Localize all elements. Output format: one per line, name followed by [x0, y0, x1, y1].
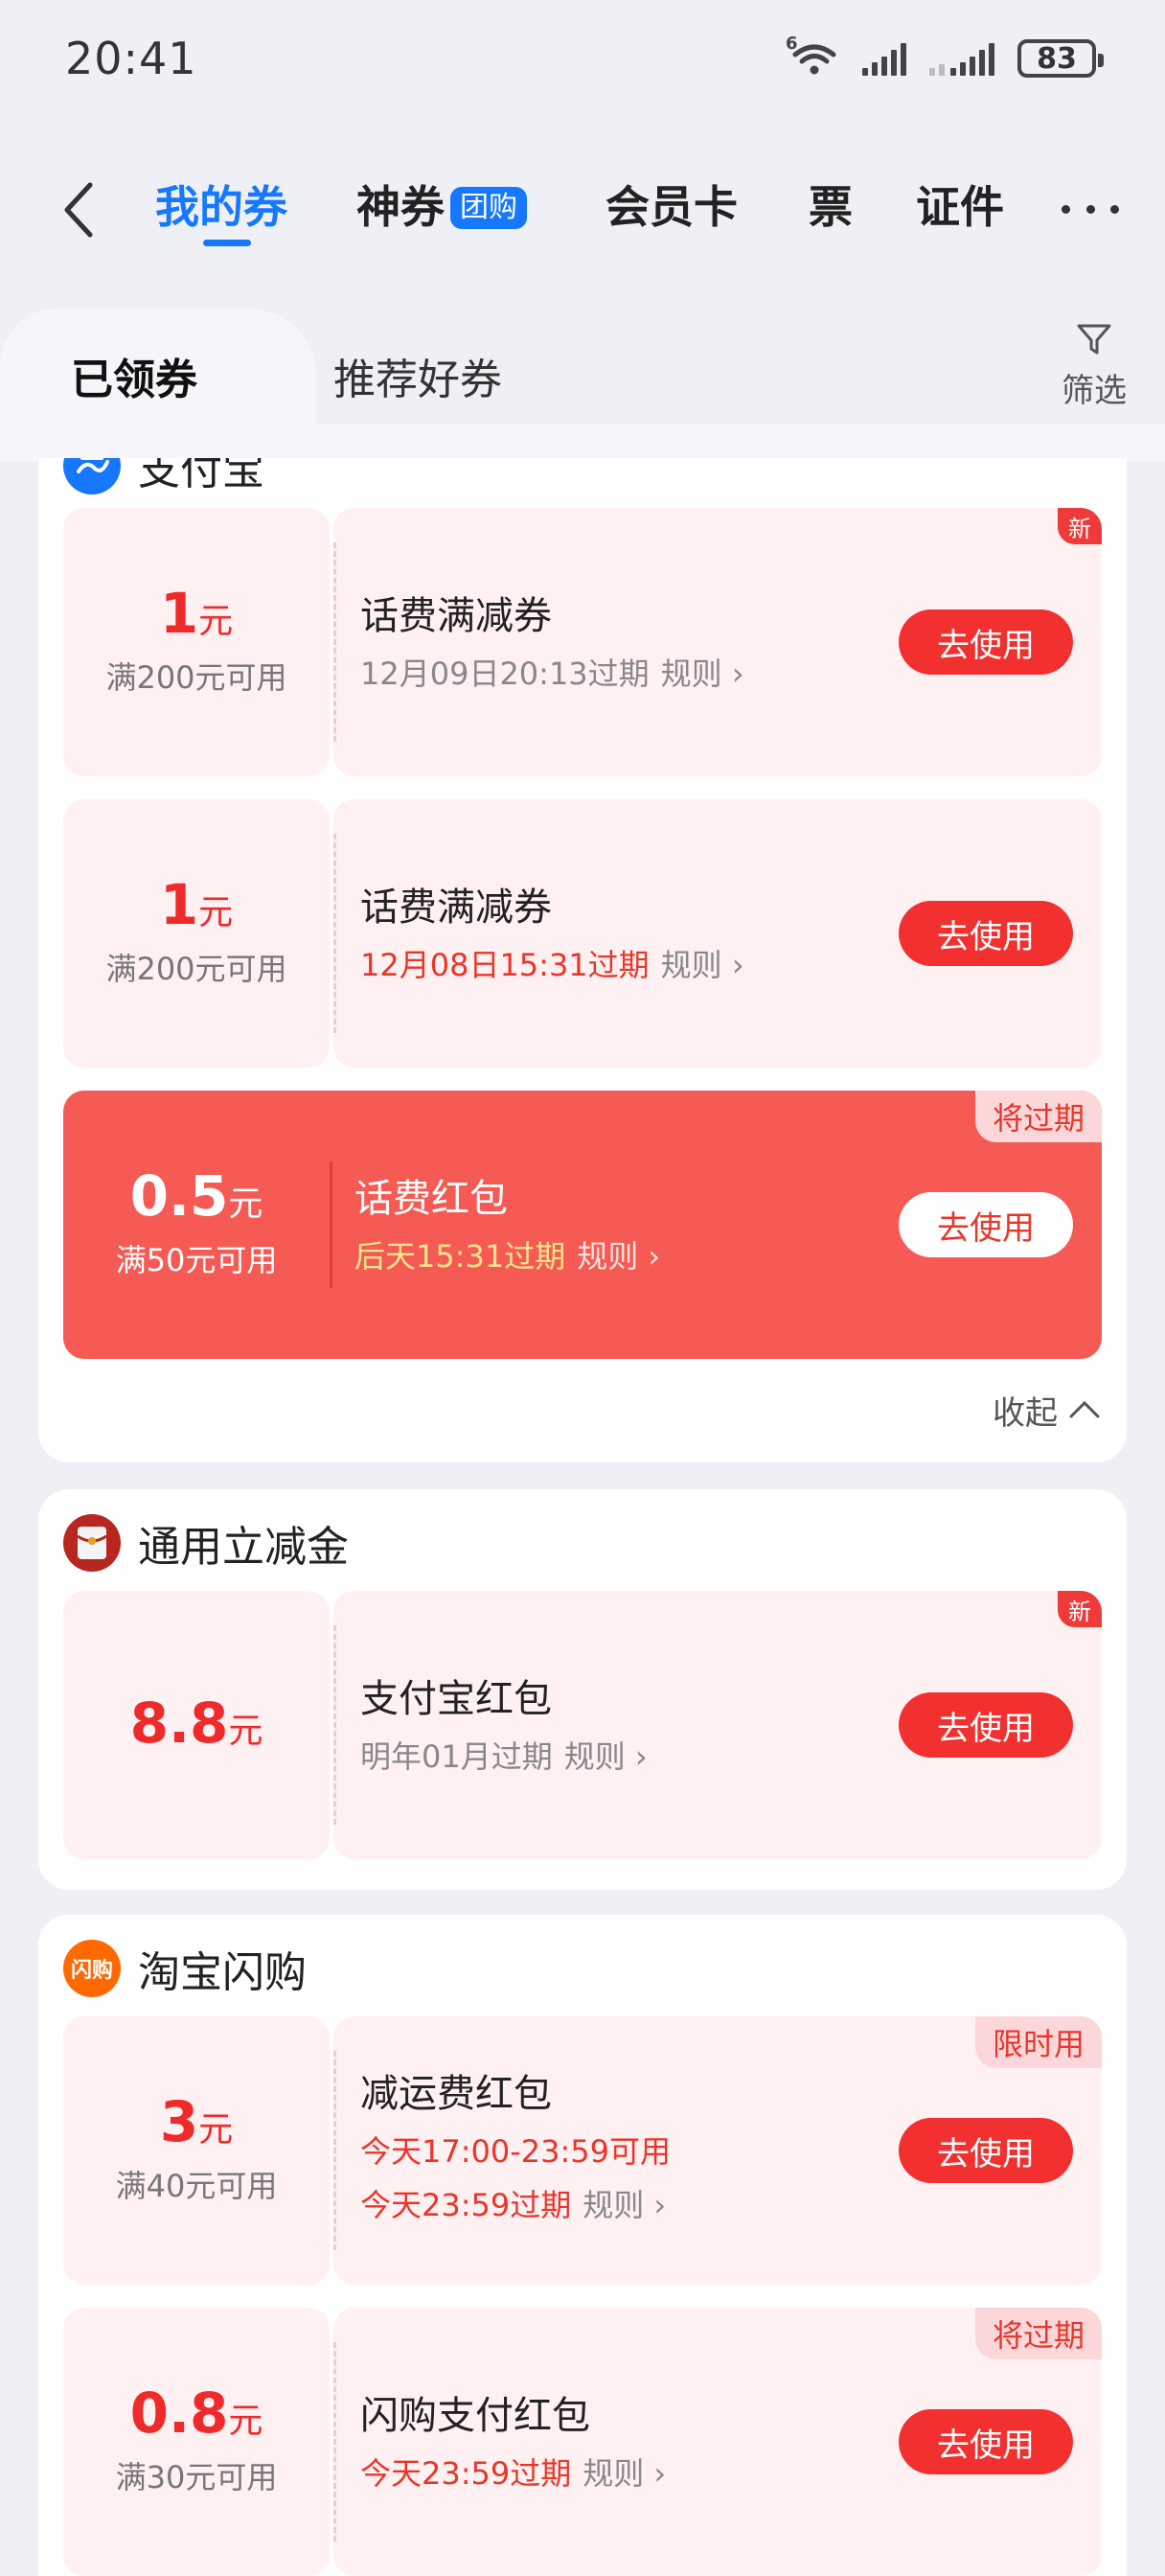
section-header: 支付宝 [63, 458, 264, 496]
coupon-condition: 满40元可用 [115, 2168, 278, 2204]
coupon-card[interactable]: 1元 满200元可用 话费满减券 12月09日20:13过期 规则 › 去使用 新 [63, 508, 1102, 776]
signal-icon [860, 39, 910, 78]
wifi-icon: 6 [786, 34, 841, 78]
network-type-label: 6 [786, 34, 798, 54]
coupon-title: 减运费红包 [360, 2072, 552, 2116]
chevron-left-icon [64, 182, 93, 238]
section-header: 通用立减金 [63, 1512, 349, 1574]
coupon-card[interactable]: 0.8元 满30元可用 闪购支付红包 今天23:59过期 规则 › 去使用 将过期 [63, 2308, 1102, 2576]
coupon-expiry: 明年01月过期 规则 › [360, 1738, 648, 1775]
coupon-card[interactable]: 3元 满40元可用 减运费红包 今天17:00-23:59可用 今天23:59过… [63, 2016, 1102, 2285]
use-button[interactable]: 去使用 [899, 901, 1073, 966]
segment-tabs: 已领券 推荐好券 筛选 [0, 309, 1165, 462]
top-nav: 我的券 神券 团购 会员卡 票 证件 [0, 163, 1165, 259]
coupon-title: 话费满减券 [360, 886, 552, 930]
rule-link[interactable]: 规则 › [577, 1238, 660, 1275]
coupon-title: 话费红包 [354, 1177, 508, 1221]
signal-2-icon [929, 39, 998, 78]
section-title: 通用立减金 [138, 1523, 349, 1572]
rule-link[interactable]: 规则 › [582, 2455, 666, 2492]
tab-tickets[interactable]: 票 [809, 178, 853, 236]
battery-icon: 83 [1017, 39, 1104, 78]
section-header: 闪购 淘宝闪购 [63, 1938, 307, 1999]
limited-time-badge: 限时用 [974, 2016, 1102, 2068]
coupon-amount: 0.8元 [129, 2380, 263, 2446]
status-icons: 6 83 [786, 34, 1104, 82]
segment-recommended[interactable]: 推荐好券 [333, 345, 502, 406]
new-badge: 新 [1058, 1591, 1102, 1627]
filter-label: 筛选 [1062, 372, 1127, 410]
section-general-discount: 通用立减金 8.8元 支付宝红包 明年01月过期 规则 › 去使用 新 [38, 1489, 1127, 1890]
use-button[interactable]: 去使用 [899, 1192, 1073, 1257]
tab-super-coupons-label: 神券 [356, 181, 445, 233]
back-button[interactable] [52, 176, 109, 243]
coupon-usable-time: 今天17:00-23:59可用 [360, 2133, 671, 2170]
coupon-expiry: 今天23:59过期 规则 › [360, 2187, 667, 2223]
coupon-amount: 1元 [159, 581, 234, 646]
coupon-condition: 满200元可用 [105, 659, 287, 696]
rule-link[interactable]: 规则 › [661, 656, 744, 692]
segment-claimed[interactable]: 已领券 [71, 345, 197, 406]
section-taobao-flash: 闪购 淘宝闪购 3元 满40元可用 减运费红包 今天17:00-23:59可用 … [38, 1915, 1127, 2576]
status-time: 20:41 [65, 33, 197, 84]
status-bar: 20:41 6 83 [0, 0, 1165, 119]
coupon-amount: 1元 [159, 872, 234, 937]
group-buy-badge: 团购 [450, 187, 527, 229]
rule-link[interactable]: 规则 › [582, 2187, 666, 2223]
collapse-button[interactable]: 收起 [993, 1386, 1104, 1434]
coupon-list[interactable]: 支付宝 1元 满200元可用 话费满减券 12月09日20:13过期 规则 › 去… [0, 458, 1165, 2576]
coupon-card[interactable]: 1元 满200元可用 话费满减券 12月08日15:31过期 规则 › 去使用 [63, 799, 1102, 1068]
section-title: 淘宝闪购 [138, 1948, 307, 1997]
use-button[interactable]: 去使用 [899, 2409, 1073, 2474]
use-button[interactable]: 去使用 [899, 1692, 1073, 1758]
tab-my-coupons[interactable]: 我的券 [155, 178, 287, 236]
coupon-title: 话费满减券 [360, 594, 552, 638]
coupon-amount: 8.8元 [129, 1690, 263, 1756]
filter-icon [1077, 324, 1111, 355]
coupon-amount: 0.5元 [129, 1163, 263, 1229]
section-alipay: 支付宝 1元 满200元可用 话费满减券 12月09日20:13过期 规则 › 去… [38, 458, 1127, 1462]
taobao-flash-logo-icon: 闪购 [63, 1940, 121, 1997]
coupon-card-expiring[interactable]: 0.5元 满50元可用 话费红包 后天15:31过期 规则 › 去使用 将过期 [63, 1091, 1102, 1359]
active-tab-indicator [203, 240, 251, 246]
use-button[interactable]: 去使用 [899, 610, 1073, 675]
more-icon[interactable] [1062, 190, 1119, 228]
coupon-card[interactable]: 8.8元 支付宝红包 明年01月过期 规则 › 去使用 新 [63, 1591, 1102, 1859]
rule-link[interactable]: 规则 › [661, 947, 744, 983]
coupon-condition: 满30元可用 [115, 2459, 278, 2496]
expiring-badge: 将过期 [974, 1091, 1102, 1142]
coupon-expiry: 12月08日15:31过期 规则 › [360, 947, 744, 983]
coupon-title: 支付宝红包 [360, 1677, 552, 1721]
coupon-amount: 3元 [159, 2089, 234, 2154]
filter-button[interactable]: 筛选 [1054, 320, 1134, 416]
coupon-condition: 满50元可用 [115, 1242, 278, 1278]
tab-super-coupons[interactable]: 神券 团购 [356, 178, 527, 236]
tab-documents[interactable]: 证件 [916, 178, 1004, 236]
section-title: 支付宝 [138, 458, 264, 494]
expiring-badge: 将过期 [974, 2308, 1102, 2359]
coupon-condition: 满200元可用 [105, 951, 287, 987]
coupon-expiry: 今天23:59过期 规则 › [360, 2455, 667, 2492]
tab-membership-cards[interactable]: 会员卡 [605, 178, 738, 236]
red-envelope-icon [63, 1514, 121, 1572]
chevron-up-icon [1069, 1400, 1100, 1418]
coupon-expiry: 后天15:31过期 规则 › [354, 1238, 661, 1275]
alipay-logo-icon [63, 458, 121, 494]
coupon-expiry: 12月09日20:13过期 规则 › [360, 656, 744, 692]
rule-link[interactable]: 规则 › [564, 1738, 648, 1775]
coupon-title: 闪购支付红包 [360, 2394, 590, 2438]
use-button[interactable]: 去使用 [899, 2118, 1073, 2183]
new-badge: 新 [1058, 508, 1102, 544]
